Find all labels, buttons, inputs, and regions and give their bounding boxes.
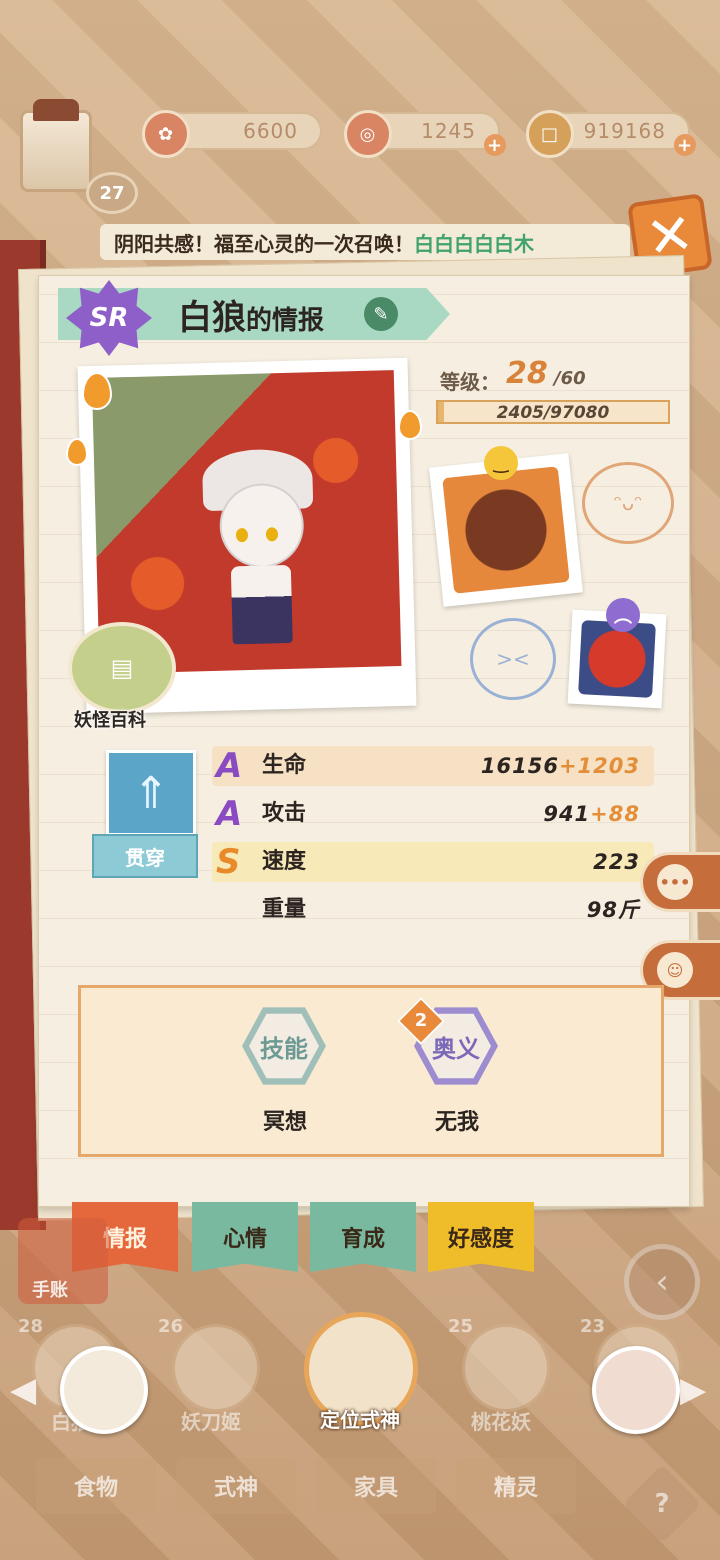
roster-right-arrow-icon[interactable]: ▶ — [680, 1370, 706, 1410]
character-head — [218, 482, 305, 569]
page-title: 白狼的情报 — [178, 290, 324, 339]
back-button[interactable]: ‹ — [624, 1244, 700, 1320]
stat-grade: A — [216, 794, 243, 834]
roster-name: 桃花妖 — [471, 1410, 531, 1434]
stat-name: 生命 — [262, 753, 307, 778]
stat-bonus: +88 — [590, 802, 640, 826]
angry-doodle-icon: >< — [470, 618, 556, 700]
encyclopedia-button[interactable]: ▤ — [68, 622, 176, 714]
notebook-label: 手账 — [32, 1280, 68, 1301]
bottom-tab-shikigami[interactable]: 式神 — [176, 1458, 296, 1514]
stat-value: 16156+1203 — [481, 746, 640, 786]
add-coin-icon[interactable]: + — [674, 134, 696, 156]
book-icon: ▤ — [110, 654, 134, 682]
resource-plum[interactable]: ✿ 6600 — [142, 110, 322, 158]
passive-skill-icon[interactable]: ⇑ — [106, 750, 196, 836]
roster-portrait — [172, 1324, 260, 1412]
bottom-tab-furniture[interactable]: 家具 — [316, 1458, 436, 1514]
shikigami-name: 白狼 — [178, 298, 246, 338]
add-jade-icon[interactable]: + — [484, 134, 506, 156]
roster-level: 23 — [580, 1316, 606, 1337]
resource-coin-value: 919168 — [583, 119, 666, 143]
food-image — [578, 620, 656, 698]
exp-text: 2405/97080 — [496, 403, 610, 423]
stat-value: 98斤 — [586, 898, 640, 922]
stat-name: 重量 — [262, 897, 307, 922]
level-label: 等级： — [440, 370, 500, 394]
roster-level: 25 — [448, 1316, 474, 1337]
happy-face-icon: ‿ — [484, 446, 518, 480]
resource-coin[interactable]: □ 919168 + — [526, 110, 696, 158]
skill-name: 冥想 — [262, 1110, 307, 1135]
stat-row-weight: 重量 98斤 — [212, 890, 654, 930]
bottom-tab-spirit[interactable]: 精灵 — [456, 1458, 576, 1514]
roster-item[interactable]: 26 妖刀姬 — [156, 1310, 266, 1440]
tab-mood[interactable]: 心情 — [192, 1202, 298, 1272]
roster-next-portrait[interactable] — [592, 1346, 680, 1434]
sad-face-icon: ︵ — [606, 598, 640, 632]
avatar-face — [20, 99, 92, 192]
stat-base: 941 — [543, 802, 591, 826]
stat-row-hp: A 生命 16156+1203 — [212, 746, 654, 786]
roster-item[interactable]: 25 桃花妖 — [446, 1310, 556, 1440]
level-max: /60 — [554, 368, 586, 389]
roster-current-portrait[interactable] — [60, 1346, 148, 1434]
flame-icon — [398, 410, 422, 440]
stat-grade: A — [216, 746, 243, 786]
stat-bonus: +1203 — [558, 754, 640, 778]
roster-name: 妖刀姬 — [181, 1410, 241, 1434]
tab-training[interactable]: 育成 — [310, 1202, 416, 1272]
edit-name-icon[interactable]: ✎ — [364, 297, 398, 331]
character-figure — [201, 448, 314, 645]
skills-panel — [78, 985, 664, 1157]
stat-base: 16156 — [480, 754, 559, 778]
ougi-level: 2 — [414, 1010, 428, 1031]
coin-icon: □ — [526, 110, 574, 158]
roster-left-arrow-icon[interactable]: ◀ — [10, 1370, 36, 1410]
rarity-badge: SR — [66, 280, 152, 356]
roster-portrait — [462, 1324, 550, 1412]
resource-plum-value: 6600 — [243, 119, 298, 143]
roster-level: 26 — [158, 1316, 184, 1337]
resource-jade-value: 1245 — [421, 119, 476, 143]
player-level-badge: 27 — [86, 172, 138, 214]
character-robe — [230, 564, 293, 645]
resource-jade[interactable]: ◎ 1245 + — [344, 110, 506, 158]
help-button[interactable]: ? — [622, 1464, 702, 1544]
stat-name: 攻击 — [262, 801, 307, 826]
passive-skill-label: 贯穿 — [92, 834, 198, 878]
stat-value: 941+88 — [543, 794, 640, 834]
ougi-name: 无我 — [434, 1110, 479, 1135]
marquee-text: 阴阳共感！福至心灵的一次召唤！ — [114, 231, 414, 256]
locate-shikigami-label: 定位式神 — [320, 1408, 400, 1432]
title-suffix: 的情报 — [246, 306, 325, 336]
stat-row-speed: S 速度 223 — [212, 842, 654, 882]
question-icon: ? — [654, 1489, 670, 1519]
announcement-marquee: 阴阳共感！福至心灵的一次召唤！ 白白白白白木 — [100, 224, 630, 260]
tab-affection[interactable]: 好感度 — [428, 1202, 534, 1272]
stat-grade: S — [216, 842, 241, 882]
skill-type: 技能 — [249, 1013, 319, 1079]
chat-side-button[interactable]: ••• — [640, 852, 720, 912]
plum-flower-icon: ✿ — [142, 110, 190, 158]
back-arrow-icon: ‹ — [655, 1262, 669, 1302]
flame-icon — [66, 438, 88, 466]
bottom-tab-food[interactable]: 食物 — [36, 1458, 156, 1514]
flame-icon — [82, 372, 112, 410]
roster-level: 28 — [18, 1316, 44, 1337]
level-value: 28 — [506, 356, 548, 391]
marquee-highlight: 白白白白白木 — [414, 231, 534, 256]
food-image — [442, 466, 570, 594]
stat-name: 速度 — [262, 849, 307, 874]
stat-value: 223 — [593, 850, 640, 874]
happy-doodle-icon: ᵔᴗᵔ — [582, 462, 674, 544]
encyclopedia-label: 妖怪百科 — [74, 710, 146, 731]
stat-row-attack: A 攻击 941+88 — [212, 794, 654, 834]
gift-icon: ☺ — [657, 952, 693, 988]
exp-bar: 2405/97080 — [436, 400, 670, 424]
chat-bubble-icon: ••• — [657, 864, 693, 900]
rarity-text: SR — [89, 303, 129, 333]
spirit-jade-icon: ◎ — [344, 110, 392, 158]
